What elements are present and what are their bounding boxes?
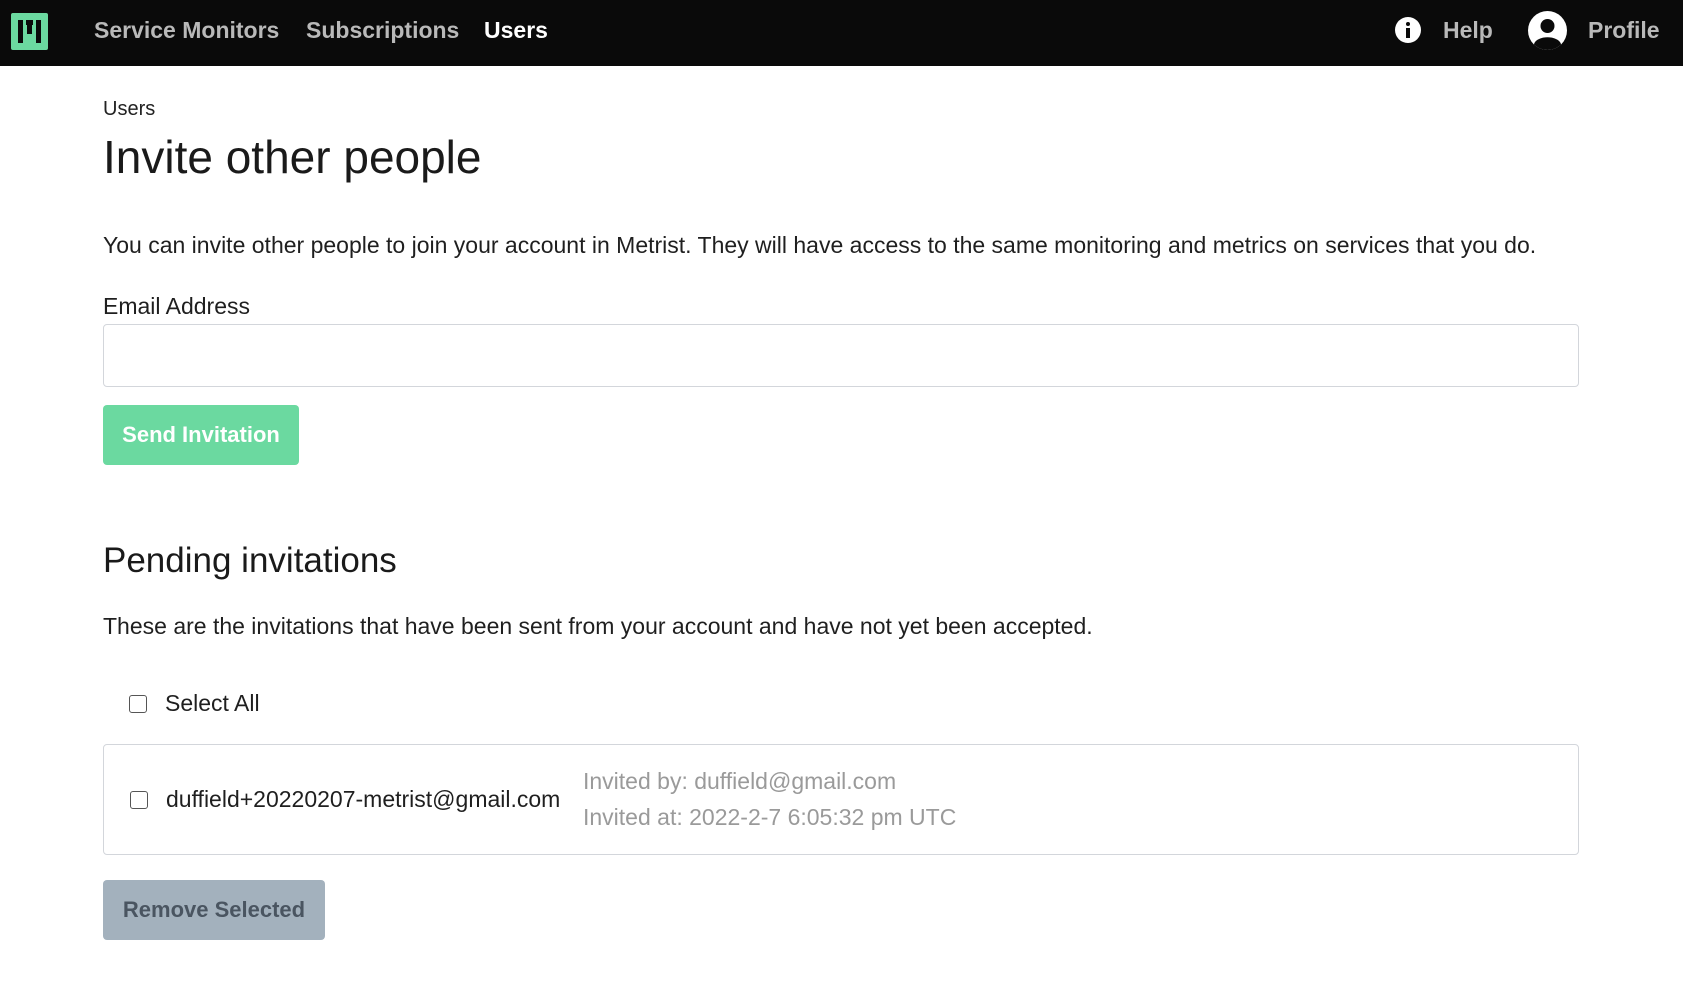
metrist-logo-icon[interactable] (11, 13, 48, 50)
select-all-checkbox[interactable] (129, 695, 147, 713)
intro-text: You can invite other people to join your… (103, 232, 1537, 258)
invitation-item: duffield+20220207-metrist@gmail.com Invi… (103, 744, 1579, 855)
invitation-checkbox[interactable] (130, 791, 148, 809)
invited-by-text: Invited by: duffield@gmail.com (583, 768, 897, 794)
remove-selected-button[interactable]: Remove Selected (103, 880, 325, 940)
email-field[interactable] (103, 324, 1579, 387)
invitation-email: duffield+20220207-metrist@gmail.com (166, 786, 561, 812)
breadcrumb[interactable]: Users (103, 98, 155, 121)
send-invitation-button[interactable]: Send Invitation (103, 405, 299, 465)
email-label: Email Address (103, 293, 251, 319)
nav-subscriptions[interactable]: Subscriptions (306, 16, 459, 44)
nav-service-monitors[interactable]: Service Monitors (94, 16, 279, 44)
nav-profile[interactable]: Profile (1588, 16, 1660, 44)
nav-help[interactable]: Help (1443, 16, 1493, 44)
select-all-row[interactable]: Select All (129, 690, 260, 716)
pending-invitations-heading: Pending invitations (103, 541, 397, 580)
invited-at-text: Invited at: 2022-2-7 6:05:32 pm UTC (583, 804, 957, 830)
nav-users[interactable]: Users (484, 16, 548, 44)
page-title: Invite other people (103, 131, 482, 183)
top-navbar: Service Monitors Subscriptions Users Hel… (0, 0, 1683, 66)
user-circle-icon[interactable] (1528, 11, 1567, 50)
info-icon[interactable] (1395, 17, 1421, 43)
pending-invitations-description: These are the invitations that have been… (103, 613, 1093, 639)
select-all-label[interactable]: Select All (165, 690, 260, 717)
